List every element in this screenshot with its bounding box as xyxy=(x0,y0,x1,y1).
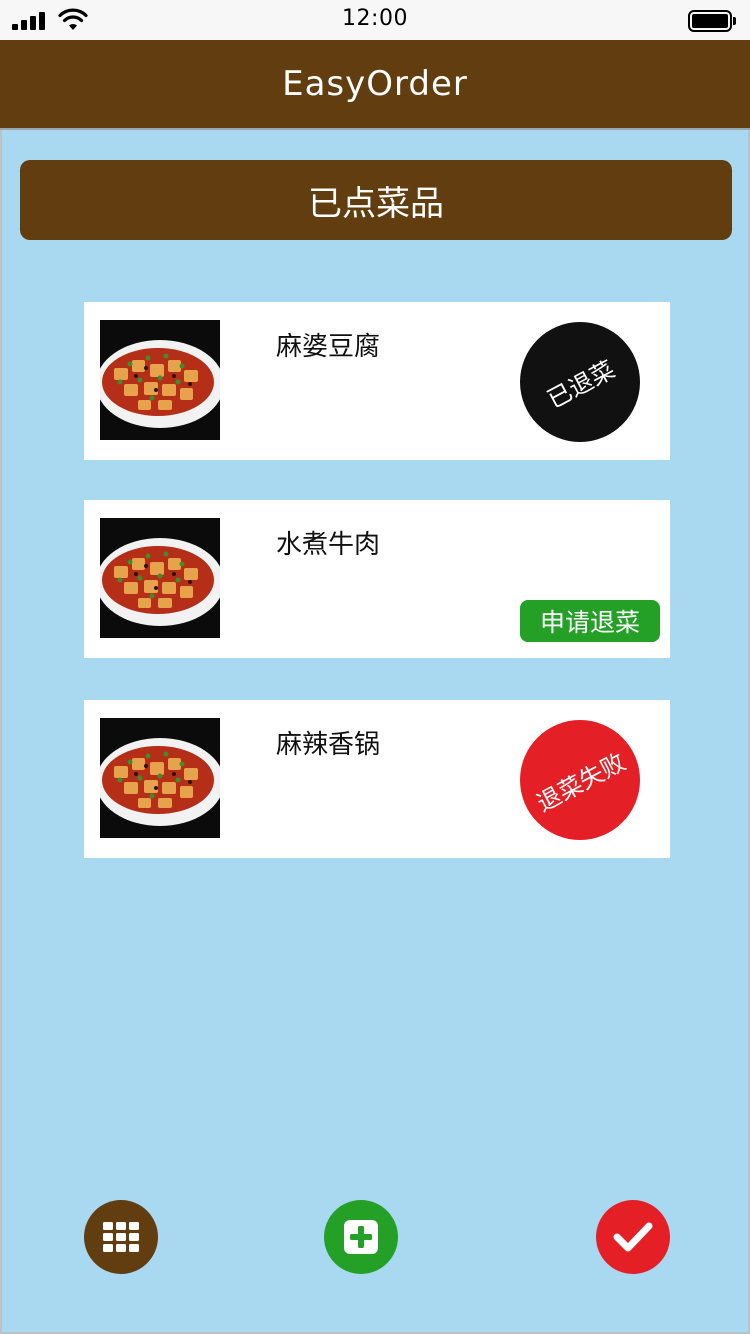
confirm-order-button[interactable] xyxy=(596,1200,670,1274)
dish-image xyxy=(100,320,220,440)
menu-button[interactable] xyxy=(84,1200,158,1274)
dish-name: 麻婆豆腐 xyxy=(276,332,381,362)
plus-square-icon xyxy=(344,1220,378,1254)
status-label: 退菜失败 xyxy=(532,747,631,818)
request-refund-button[interactable]: 申请退菜 xyxy=(520,600,660,642)
add-dish-button[interactable] xyxy=(324,1200,398,1274)
status-stamp-refunded: 已退菜 xyxy=(520,322,640,442)
section-title: 已点菜品 xyxy=(308,183,444,224)
order-card-mapo-tofu[interactable]: 麻婆豆腐 已退菜 xyxy=(84,302,670,460)
status-bar: 12:00 xyxy=(0,0,750,40)
dish-name: 麻辣香锅 xyxy=(276,730,381,760)
order-card-boiled-beef[interactable]: 水煮牛肉 申请退菜 xyxy=(84,500,670,658)
status-time: 12:00 xyxy=(342,6,408,31)
app-title: EasyOrder xyxy=(282,64,468,104)
dish-image xyxy=(100,518,220,638)
status-stamp-refund-failed: 退菜失败 xyxy=(520,720,640,840)
grid-icon xyxy=(103,1222,139,1252)
app-title-bar: EasyOrder xyxy=(0,40,750,130)
section-header: 已点菜品 xyxy=(20,160,732,240)
dish-name: 水煮牛肉 xyxy=(276,530,381,560)
status-label: 已退菜 xyxy=(542,354,620,414)
dish-image xyxy=(100,718,220,838)
checkmark-icon xyxy=(613,1222,653,1252)
battery-icon xyxy=(688,10,736,32)
order-card-spicy-hot-pot[interactable]: 麻辣香锅 退菜失败 xyxy=(84,700,670,858)
